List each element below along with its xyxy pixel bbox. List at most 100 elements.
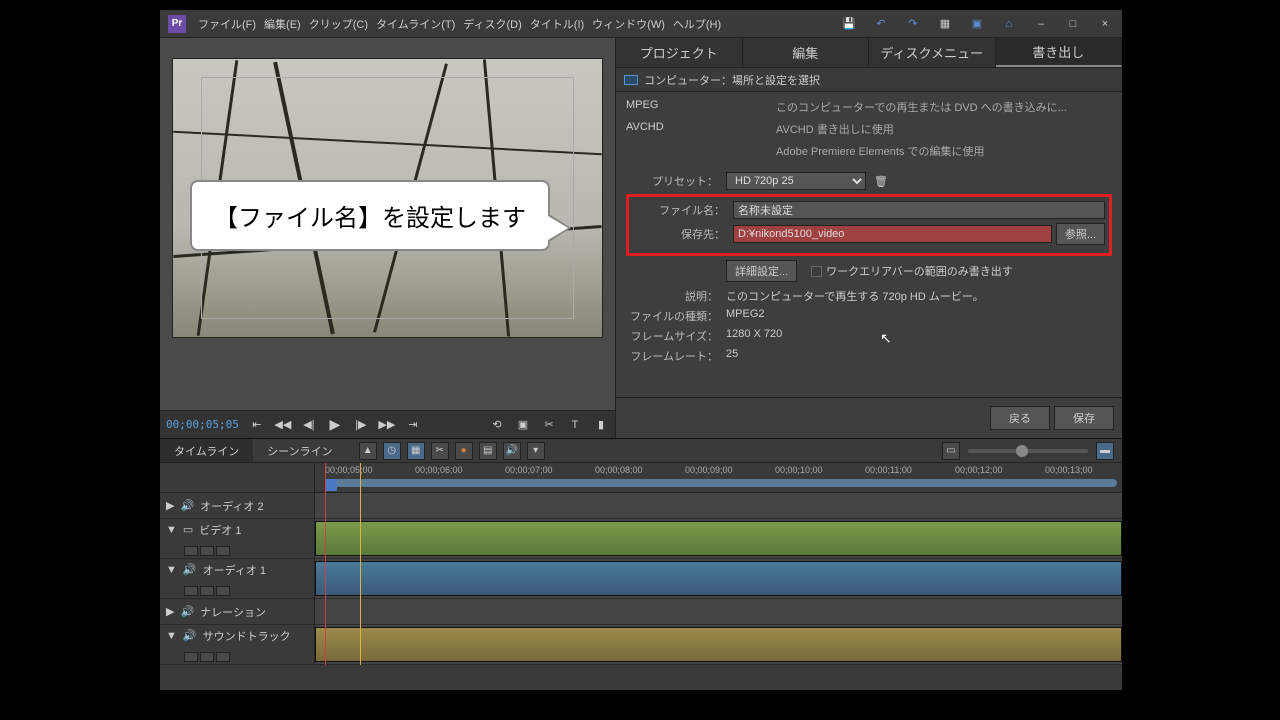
undo-icon[interactable]: ↶ [872,15,890,33]
format-mpeg[interactable]: MPEG このコンピューターでの再生または DVD への書き込みに... [626,96,1112,118]
work-area-bar[interactable] [325,479,1117,487]
tab-edit[interactable]: 編集 [743,38,870,67]
track-header-video1[interactable]: ▼▭ビデオ 1 [160,519,314,559]
track-lane-video1[interactable] [315,519,1122,559]
transport-bar: 00;00;05;05 ⇤ ◀◀ ◀| ▶ |▶ ▶▶ ⇥ ⟲ ▣ ✂ T ▮ [160,410,615,438]
back-button[interactable]: 戻る [990,406,1050,430]
preset-select[interactable]: HD 720p 25 [726,172,866,190]
track-lane-audio2[interactable] [315,493,1122,519]
export-subheader: コンピューター：場所と設定を選択 [616,68,1122,92]
expand-icon[interactable]: ▶ [166,499,174,512]
properties-icon[interactable]: ▦ [407,442,425,460]
video-clip[interactable] [315,521,1122,556]
prev-frame-icon[interactable]: ◀| [301,417,317,433]
audio-tool-icon[interactable]: 🔊 [503,442,521,460]
track-lane-narration[interactable] [315,599,1122,625]
tl-tab-timeline[interactable]: タイムライン [160,439,253,462]
safe-margin-icon[interactable]: ▣ [515,417,531,433]
filename-input[interactable] [733,201,1105,219]
step-fwd-icon[interactable]: ▶▶ [379,417,395,433]
trash-icon[interactable]: 🗑 [874,175,888,188]
organizer-icon[interactable]: ▦ [936,15,954,33]
zoom-in-icon[interactable]: ▬ [1096,442,1114,460]
menu-disc[interactable]: ディスク(D) [463,16,522,32]
goto-out-icon[interactable]: ⇥ [405,417,421,433]
speaker-icon[interactable]: 🔊 [180,499,194,512]
timecode-display[interactable]: 00;00;05;05 [166,418,239,431]
track-lane-audio1[interactable] [315,559,1122,599]
track-header-audio2[interactable]: ▶ 🔊 オーディオ 2 [160,493,314,519]
tutorial-callout: 【ファイル名】を設定します [190,180,550,251]
smart-trim-icon[interactable]: ✂ [431,442,449,460]
timeline-panel: タイムライン シーンライン ▲ ◷ ▦ ✂ ● ▤ 🔊 ▾ ▭ ▬ [160,438,1122,665]
edit-line [360,463,361,665]
track-header-soundtrack[interactable]: ▼🔊サウンドトラック [160,625,314,665]
fullscreen-icon[interactable]: ▣ [968,15,986,33]
tab-project[interactable]: プロジェクト [616,38,743,67]
save-icon[interactable]: 💾 [840,15,858,33]
preset-row: プリセット： HD 720p 25 🗑 [626,172,1112,190]
zoom-slider[interactable] [968,449,1088,453]
minimize-icon[interactable]: – [1032,15,1050,33]
redo-icon[interactable]: ↷ [904,15,922,33]
menu-clip[interactable]: クリップ(C) [309,16,368,32]
collapse-icon[interactable]: ▼ [166,524,177,536]
track-headers: ▶ 🔊 オーディオ 2 ▼▭ビデオ 1 ▼🔊オーディオ 1 ▶ 🔊 ナレーション [160,463,315,665]
time-ruler[interactable]: 00;00;05;00 00;00;06;00 00;00;07;00 00;0… [315,463,1122,493]
split-icon[interactable]: ✂ [541,417,557,433]
next-frame-icon[interactable]: |▶ [353,417,369,433]
play-icon[interactable]: ▶ [327,417,343,433]
speaker-icon[interactable]: 🔊 [180,605,194,618]
home-icon[interactable]: ⌂ [1000,15,1018,33]
tab-discmenu[interactable]: ディスクメニュー [869,38,996,67]
maximize-icon[interactable]: □ [1064,15,1082,33]
callout-text: 【ファイル名】を設定します [190,180,550,251]
app-icon: Pr [168,15,186,33]
filmstrip-icon[interactable]: ▭ [183,523,193,536]
menu-file[interactable]: ファイル(F) [198,16,256,32]
tab-export[interactable]: 書き出し [996,38,1123,67]
playhead-line[interactable] [325,463,326,665]
time-stretch-icon[interactable]: ◷ [383,442,401,460]
zoom-out-icon[interactable]: ▭ [942,442,960,460]
save-button[interactable]: 保存 [1054,406,1114,430]
saveto-input[interactable] [733,225,1052,243]
dropdown-icon[interactable]: ▾ [527,442,545,460]
format-avchd[interactable]: AVCHD AVCHD 書き出しに使用 [626,118,1112,140]
menu-edit[interactable]: 編集(E) [264,16,301,32]
export-panel: プロジェクト 編集 ディスクメニュー 書き出し コンピューター：場所と設定を選択… [615,38,1122,438]
browse-button[interactable]: 参照... [1056,223,1105,245]
audio-clip[interactable] [315,561,1122,596]
workarea-checkbox[interactable] [811,266,822,277]
title-tool-icon[interactable]: T [567,417,583,433]
speaker-icon[interactable]: 🔊 [183,563,197,576]
loop-icon[interactable]: ⟲ [489,417,505,433]
collapse-icon[interactable]: ▼ [166,564,177,576]
track-display-icon[interactable]: ▤ [479,442,497,460]
speaker-icon[interactable]: 🔊 [183,629,197,642]
goto-in-icon[interactable]: ⇤ [249,417,265,433]
menu-timeline[interactable]: タイムライン(T) [376,16,455,32]
expand-icon[interactable]: ▶ [166,605,174,618]
computer-icon [624,75,638,85]
collapse-icon[interactable]: ▼ [166,630,177,642]
marker-tool-icon[interactable]: ● [455,442,473,460]
filename-label: ファイル名： [633,202,733,218]
info-size: 1280 X 720 [726,328,782,344]
menu-title[interactable]: タイトル(I) [530,16,584,32]
advanced-button[interactable]: 詳細設定... [726,260,797,282]
tl-tab-sceneline[interactable]: シーンライン [253,439,346,462]
format-premiere[interactable]: Adobe Premiere Elements での編集に使用 [626,140,1112,162]
step-back-icon[interactable]: ◀◀ [275,417,291,433]
track-area[interactable]: 00;00;05;00 00;00;06;00 00;00;07;00 00;0… [315,463,1122,665]
menu-window[interactable]: ウィンドウ(W) [592,16,665,32]
soundtrack-clip[interactable] [315,627,1122,662]
playhead-handle[interactable] [325,479,337,491]
track-lane-soundtrack[interactable] [315,625,1122,665]
selection-tool-icon[interactable]: ▲ [359,442,377,460]
close-icon[interactable]: × [1096,15,1114,33]
marker-icon[interactable]: ▮ [593,417,609,433]
track-header-narration[interactable]: ▶ 🔊 ナレーション [160,599,314,625]
track-header-audio1[interactable]: ▼🔊オーディオ 1 [160,559,314,599]
menu-help[interactable]: ヘルプ(H) [673,16,721,32]
